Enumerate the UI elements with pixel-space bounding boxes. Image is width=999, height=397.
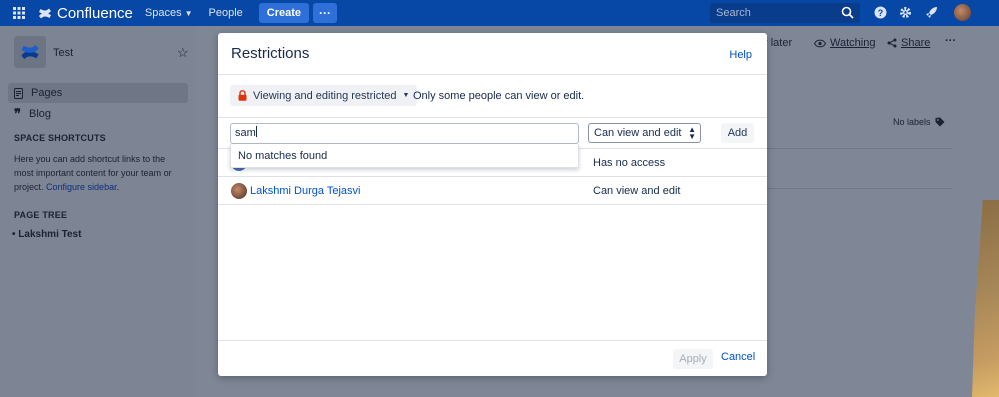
help-icon[interactable]: ? bbox=[874, 6, 887, 19]
sidebar-item-label: Pages bbox=[31, 87, 63, 99]
page-tree-heading: PAGE TREE bbox=[14, 210, 68, 220]
watching-button[interactable]: Watching bbox=[814, 37, 875, 49]
restriction-type-dropdown[interactable]: Viewing and editing restricted ▼ bbox=[230, 85, 418, 106]
permission-label: Can view and edit bbox=[593, 185, 681, 197]
user-search-value: sam bbox=[235, 127, 256, 139]
labels-area[interactable]: No labels bbox=[893, 117, 945, 127]
app-switcher-icon[interactable] bbox=[0, 0, 38, 26]
notifications-rocket-icon[interactable] bbox=[925, 6, 938, 19]
restriction-type-label: Viewing and editing restricted bbox=[253, 89, 397, 102]
chevron-down-icon: ▼ bbox=[402, 92, 410, 99]
page-more-actions-button[interactable]: ··· bbox=[945, 35, 956, 47]
lock-icon bbox=[238, 90, 247, 101]
sidebar-item-pages[interactable]: Pages bbox=[8, 83, 188, 103]
divider bbox=[766, 148, 952, 149]
permission-label: Has no access bbox=[593, 157, 666, 169]
create-more-button[interactable]: ··· bbox=[313, 3, 338, 23]
share-icon bbox=[887, 38, 897, 48]
chevron-down-icon: ▼ bbox=[184, 8, 193, 18]
space-shortcuts-heading: SPACE SHORTCUTS bbox=[14, 133, 106, 143]
no-labels-text: No labels bbox=[893, 117, 931, 127]
share-label: Share bbox=[901, 37, 931, 49]
svg-text:?: ? bbox=[878, 8, 884, 18]
eye-icon bbox=[814, 39, 826, 47]
people-link[interactable]: People bbox=[209, 7, 243, 19]
spaces-menu[interactable]: Spaces ▼ bbox=[145, 7, 193, 19]
restriction-description: Only some people can view or edit. bbox=[413, 90, 585, 102]
sidebar-item-blog[interactable]: ❞ Blog bbox=[8, 104, 188, 124]
create-button[interactable]: Create bbox=[258, 3, 310, 23]
search-icon bbox=[841, 6, 854, 19]
space-name[interactable]: Test bbox=[53, 47, 73, 59]
star-icon[interactable]: ☆ bbox=[177, 45, 189, 61]
configure-sidebar-link[interactable]: Configure sidebar bbox=[46, 182, 117, 192]
sidebar-item-label: Blog bbox=[29, 108, 52, 120]
cancel-button[interactable]: Cancel bbox=[721, 351, 755, 363]
gear-icon[interactable] bbox=[899, 6, 912, 19]
divider bbox=[766, 188, 952, 189]
permission-select[interactable]: Can view and edit ▲ ▼ bbox=[588, 123, 701, 143]
select-arrows-icon: ▲ ▼ bbox=[688, 125, 696, 141]
confluence-icon bbox=[39, 8, 51, 18]
search-placeholder: Search bbox=[716, 7, 751, 19]
quote-icon: ❞ bbox=[14, 106, 21, 121]
text-cursor bbox=[255, 126, 257, 137]
global-search-input[interactable]: Search bbox=[710, 3, 860, 23]
space-logo[interactable] bbox=[14, 36, 46, 68]
space-shortcuts-help: Here you can add shortcut links to the m… bbox=[14, 154, 172, 192]
user-name[interactable]: Lakshmi Durga Tejasvi bbox=[250, 185, 360, 197]
help-link[interactable]: Help bbox=[729, 49, 752, 61]
confluence-icon bbox=[21, 44, 39, 60]
spaces-label: Spaces bbox=[144, 7, 182, 19]
restrictions-dialog: Restrictions Help Viewing and editing re… bbox=[218, 33, 767, 376]
confluence-logo[interactable]: Confluence bbox=[38, 5, 133, 22]
permission-select-value: Can view and edit bbox=[594, 127, 682, 139]
dialog-title: Restrictions bbox=[231, 45, 310, 62]
user-avatar[interactable] bbox=[954, 4, 971, 21]
page-tree-item[interactable]: • Lakshmi Test bbox=[12, 229, 81, 240]
restriction-row: Lakshmi Durga Tejasvi Can view and edit bbox=[218, 177, 767, 205]
user-avatar bbox=[231, 183, 247, 199]
user-suggestion-dropdown: No matches found bbox=[230, 144, 579, 168]
dialog-header: Restrictions Help bbox=[218, 33, 767, 75]
product-name: Confluence bbox=[57, 4, 133, 22]
tag-icon bbox=[935, 117, 945, 127]
add-button[interactable]: Add bbox=[721, 123, 754, 143]
save-for-later-button[interactable]: r later bbox=[764, 37, 792, 49]
page-tree-item-label: Lakshmi Test bbox=[18, 229, 82, 240]
apply-button[interactable]: Apply bbox=[673, 349, 713, 369]
user-search-input[interactable]: sam bbox=[230, 123, 579, 144]
share-button[interactable]: Share bbox=[887, 37, 930, 49]
dialog-footer: Apply Cancel bbox=[218, 340, 767, 376]
pages-icon bbox=[14, 87, 23, 99]
watching-label: Watching bbox=[830, 37, 876, 49]
